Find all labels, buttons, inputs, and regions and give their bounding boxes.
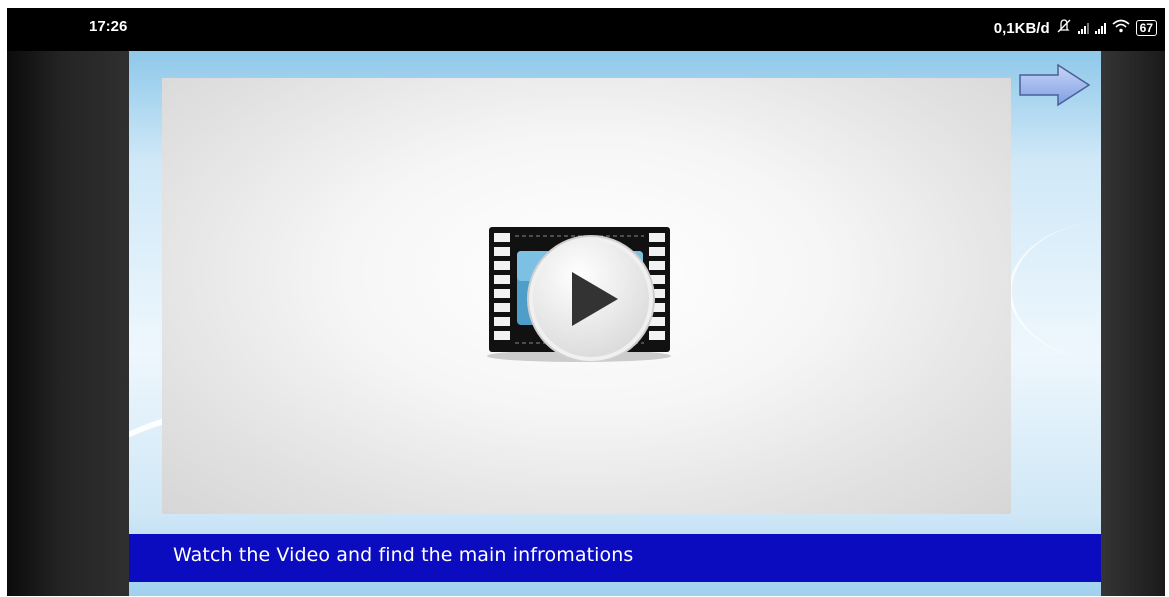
battery-indicator: 67 bbox=[1135, 20, 1157, 36]
status-indicators: 0,1KB/d 67 bbox=[994, 18, 1157, 38]
wifi-icon bbox=[1112, 19, 1130, 37]
lesson-slide: Watch the Video and find the main infrom… bbox=[129, 51, 1101, 596]
mute-icon bbox=[1056, 18, 1072, 38]
caption-bar: Watch the Video and find the main infrom… bbox=[129, 534, 1101, 582]
status-bar: 17:26 0,1KB/d 67 bbox=[7, 8, 1165, 51]
left-letterbox bbox=[7, 51, 129, 596]
instruction-caption: Watch the Video and find the main infrom… bbox=[173, 544, 634, 566]
video-play-icon[interactable] bbox=[487, 225, 672, 362]
background-swoosh bbox=[1009, 221, 1101, 361]
device-screen: 17:26 0,1KB/d 67 Watch the Video and fin… bbox=[7, 8, 1165, 596]
status-time: 17:26 bbox=[89, 18, 128, 35]
right-arrow-icon[interactable] bbox=[1018, 63, 1091, 107]
signal-icon bbox=[1077, 22, 1089, 34]
right-letterbox bbox=[1101, 51, 1165, 596]
signal-icon bbox=[1094, 22, 1106, 34]
video-player[interactable] bbox=[162, 78, 1011, 514]
network-speed: 0,1KB/d bbox=[993, 19, 1050, 37]
